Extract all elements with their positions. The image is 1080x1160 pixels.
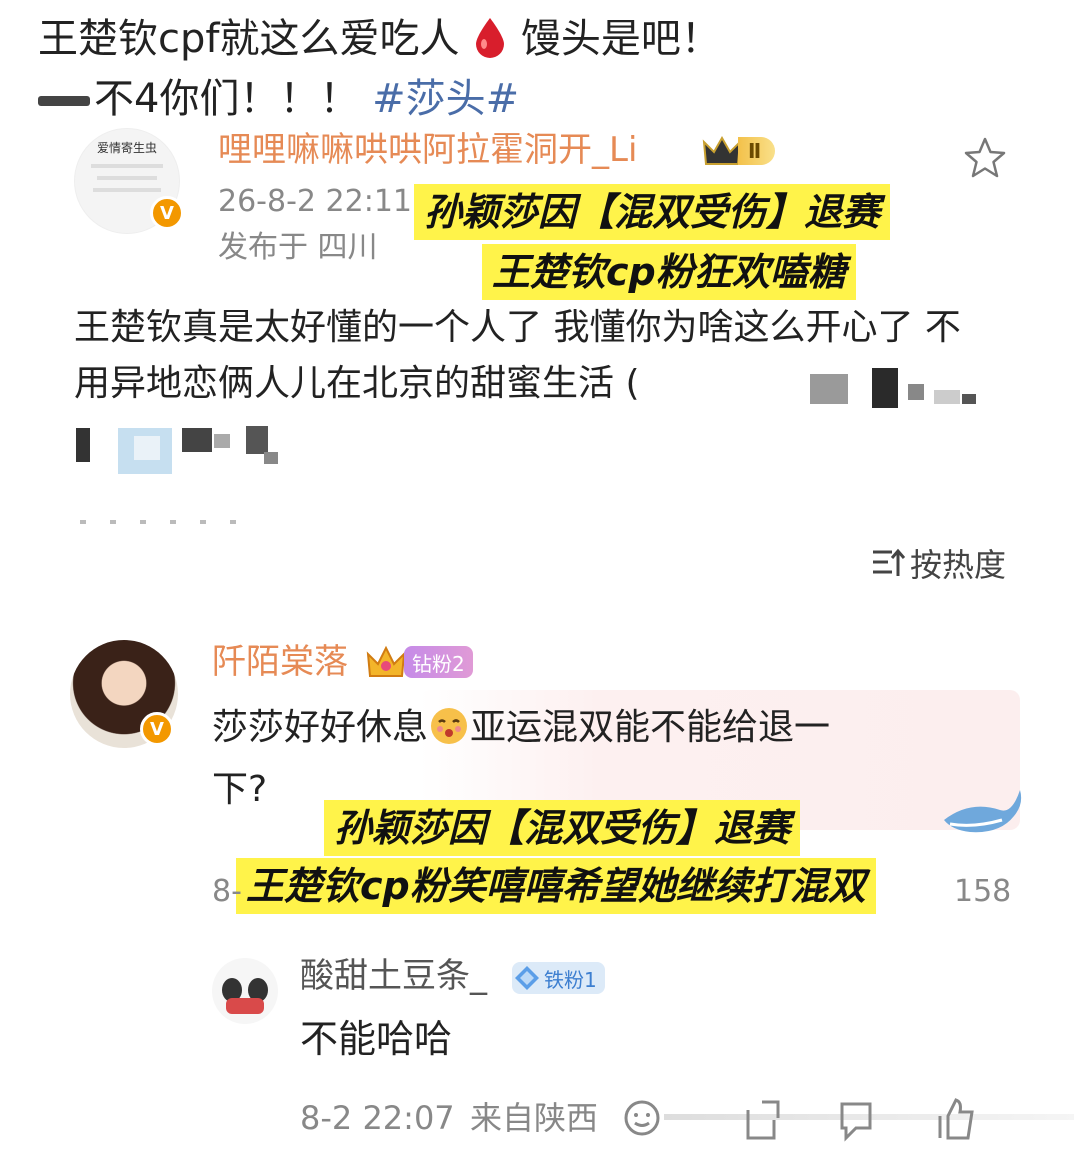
comment1-level-badge: Ⅱ xyxy=(702,134,776,168)
verified-badge-icon: V xyxy=(150,196,184,230)
hashtag-link[interactable]: #莎头# xyxy=(372,76,519,122)
reply-username[interactable]: 酸甜土豆条_ xyxy=(300,956,487,996)
whale-icon xyxy=(944,790,1022,833)
like-icon[interactable] xyxy=(932,1096,978,1142)
reply-fan-badge-label: 铁粉1 xyxy=(544,967,597,992)
verified-badge-icon: V xyxy=(140,712,174,746)
reply-location: 来自陕西 xyxy=(470,1099,599,1137)
sort-label: 按热度 xyxy=(910,546,1007,584)
mosaic-block-2 xyxy=(74,424,294,476)
post-text-1: 王楚钦cpf就这么爱吃人 xyxy=(38,16,460,62)
sort-icon xyxy=(873,548,906,576)
crown-icon xyxy=(366,645,406,677)
comment2-like-count[interactable]: 158 xyxy=(954,874,1011,910)
level-number: Ⅱ xyxy=(738,137,776,165)
reply-avatar[interactable] xyxy=(212,958,278,1024)
share-icon[interactable] xyxy=(742,1098,782,1142)
kiss-emoji-icon xyxy=(431,708,468,744)
post-text-2: 不4你们！！！ xyxy=(94,76,360,122)
caption2-line1: 孙颖莎因【混双受伤】退赛 xyxy=(324,800,801,856)
sort-control[interactable]: 按热度 xyxy=(870,540,1006,586)
caption2-line2: 王楚钦cp粉笑嘻嘻希望她继续打混双 xyxy=(236,858,876,914)
reply-fan-badge: 铁粉1 xyxy=(512,962,605,994)
post-line-1: 王楚钦cpf就这么爱吃人 馒头是吧！ xyxy=(38,14,721,64)
comment1-time: 26-8-2 22:11 xyxy=(218,184,412,219)
fan-badge-label: 钻粉2 xyxy=(404,646,473,678)
avatar-caption: 爱情寄生虫 xyxy=(96,141,157,155)
reply-text: 不能哈哈 xyxy=(300,1017,453,1061)
comment2-time: 8- xyxy=(212,874,242,909)
caption1-line2: 王楚钦cp粉狂欢嗑糖 xyxy=(482,244,856,300)
crown-icon xyxy=(702,135,742,165)
comment2-text-line2: 下? xyxy=(212,769,268,810)
comment2-username[interactable]: 阡陌棠落 xyxy=(212,642,348,682)
diamond-icon xyxy=(515,966,539,990)
post-line-2: 不4你们！！！ #莎头# xyxy=(38,74,519,124)
comment2-text: 莎莎好好休息 亚运混双能不能给退一 xyxy=(212,700,972,756)
comment2-text-part2: 亚运混双能不能给退一 xyxy=(470,707,831,748)
reply-time: 8-2 22:07 xyxy=(300,1099,455,1137)
comment1-location: 发布于 四川 xyxy=(218,230,378,265)
blood-drop-icon xyxy=(476,18,505,58)
emoji-reaction-icon[interactable] xyxy=(622,1098,662,1138)
dash-icon xyxy=(38,96,90,106)
star-icon[interactable] xyxy=(962,136,1008,180)
post-text-1-tail: 馒头是吧！ xyxy=(520,16,721,62)
comment1-username[interactable]: 哩哩嘛嘛哄哄阿拉霍洞开_Li xyxy=(218,130,637,170)
mosaic-block xyxy=(804,368,984,412)
caption1-line1: 孙颖莎因【混双受伤】退赛 xyxy=(414,184,891,240)
comment-icon[interactable] xyxy=(836,1098,876,1142)
comment2-fan-badge: 钻粉2 xyxy=(366,644,473,680)
faded-row xyxy=(80,520,240,524)
comment2-text-part1: 莎莎好好休息 xyxy=(212,707,429,748)
